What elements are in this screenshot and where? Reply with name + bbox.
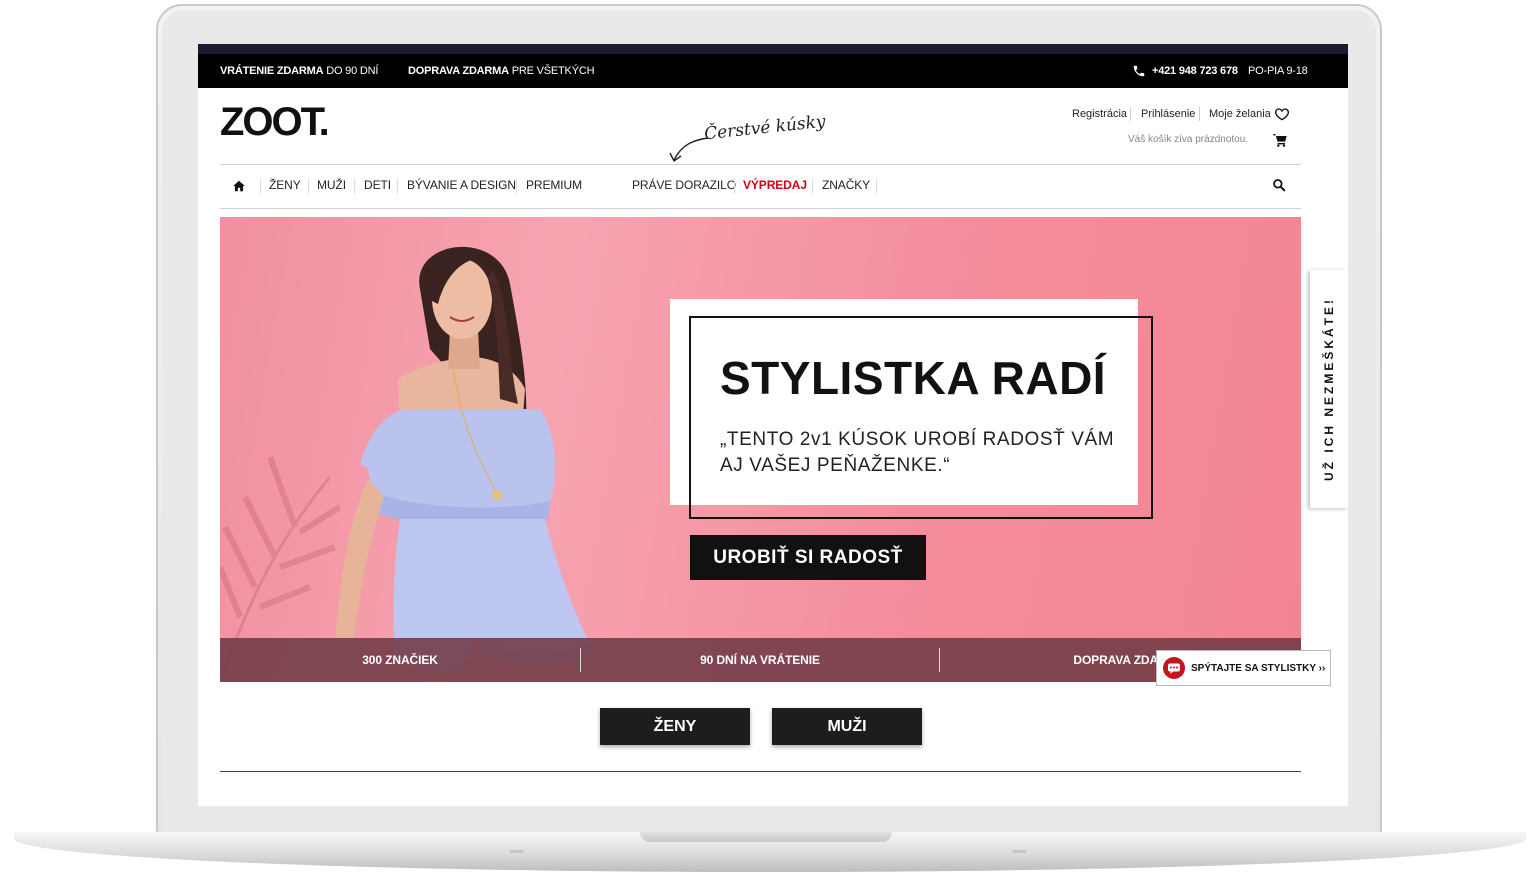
ask-stylist-label: SPÝTAJTE SA STYLISTKY ›› — [1191, 663, 1326, 674]
nav-item-deti[interactable]: DETI — [364, 178, 391, 192]
heart-icon[interactable] — [1274, 106, 1290, 122]
nav-item-vypredaj[interactable]: VÝPREDAJ — [743, 178, 807, 192]
side-tab-label: UŽ ICH NEZMEŠKÁTE! — [1322, 297, 1336, 481]
dont-miss-side-tab[interactable]: UŽ ICH NEZMEŠKÁTE! — [1310, 270, 1348, 508]
laptop-foot — [1012, 850, 1026, 853]
header-divider — [1130, 107, 1131, 121]
home-icon[interactable] — [232, 179, 246, 193]
nav-item-znacky[interactable]: ZNAČKY — [822, 178, 870, 192]
laptop-notch — [640, 832, 892, 842]
curved-arrow-icon — [669, 137, 709, 163]
nav-separator — [354, 178, 355, 194]
cart-status[interactable]: Váš košík zíva prázdnotou. — [1128, 134, 1248, 145]
nav-separator — [734, 178, 735, 194]
nav-separator — [397, 178, 398, 194]
nav-item-byvanie[interactable]: BÝVANIE A DESIGN — [407, 178, 516, 192]
nav-item-prave-dorazilo[interactable]: PRÁVE DORAZILO — [632, 178, 736, 192]
browser-viewport: VRÁTENIE ZDARMA DO 90 DNÍ DOPRAVA ZDARMA… — [198, 44, 1348, 806]
nav-separator — [308, 178, 309, 194]
promo-card-outline — [689, 316, 1153, 519]
nav-separator — [812, 178, 813, 194]
benefit-brands: 300 ZNAČIEK — [362, 653, 438, 667]
nav-separator — [260, 178, 261, 194]
benefits-bar: 300 ZNAČIEK 90 DNÍ NA VRÁTENIE DOPRAVA Z… — [220, 638, 1301, 682]
browser-top-strip — [198, 44, 1348, 54]
men-button[interactable]: MUŽI — [772, 708, 922, 745]
zoot-logo[interactable]: ZOOT. — [220, 102, 330, 142]
laptop-foot — [510, 850, 524, 853]
nav-divider — [220, 208, 1301, 209]
promo-title: STYLISTKA RADÍ — [720, 352, 1107, 404]
model-photo — [335, 246, 594, 682]
ask-stylist-widget[interactable]: SPÝTAJTE SA STYLISTKY ›› — [1156, 650, 1331, 686]
search-icon[interactable] — [1272, 178, 1286, 192]
phone-number[interactable]: +421 948 723 678 — [1152, 65, 1238, 77]
support-hours: PO-PIA 9-18 — [1248, 65, 1308, 77]
cart-icon[interactable] — [1272, 132, 1288, 148]
section-divider — [220, 771, 1301, 772]
nav-item-zeny[interactable]: ŽENY — [269, 178, 301, 192]
returns-info[interactable]: VRÁTENIE ZDARMA DO 90 DNÍ — [220, 65, 378, 77]
header-divider — [1199, 107, 1200, 121]
hero-banner[interactable]: STYLISTKA RADÍ „TENTO 2v1 KÚSOK UROBÍ RA… — [220, 217, 1301, 682]
wishlist-link[interactable]: Moje želania — [1209, 108, 1271, 120]
shipping-info[interactable]: DOPRAVA ZDARMA PRE VŠETKÝCH — [408, 65, 595, 77]
women-button[interactable]: ŽENY — [600, 708, 750, 745]
promo-subtitle: „TENTO 2v1 KÚSOK UROBÍ RADOSŤ VÁM AJ VAŠ… — [720, 429, 1115, 476]
nav-divider — [220, 164, 1301, 165]
nav-item-premium[interactable]: PREMIUM — [526, 178, 582, 192]
chat-bubble-icon — [1163, 657, 1185, 679]
login-link[interactable]: Prihlásenie — [1141, 108, 1195, 120]
top-info-bar: VRÁTENIE ZDARMA DO 90 DNÍ DOPRAVA ZDARMA… — [198, 54, 1348, 88]
nav-separator — [516, 178, 517, 194]
benefit-returns: 90 DNÍ NA VRÁTENIE — [700, 653, 820, 667]
fresh-items-note: Čerstvé kúsky — [703, 111, 827, 145]
nav-separator — [876, 178, 877, 194]
make-joy-button[interactable]: UROBIŤ SI RADOSŤ — [690, 535, 926, 580]
nav-item-muzi[interactable]: MUŽI — [317, 178, 346, 192]
register-link[interactable]: Registrácia — [1072, 108, 1127, 120]
phone-icon — [1133, 65, 1145, 77]
